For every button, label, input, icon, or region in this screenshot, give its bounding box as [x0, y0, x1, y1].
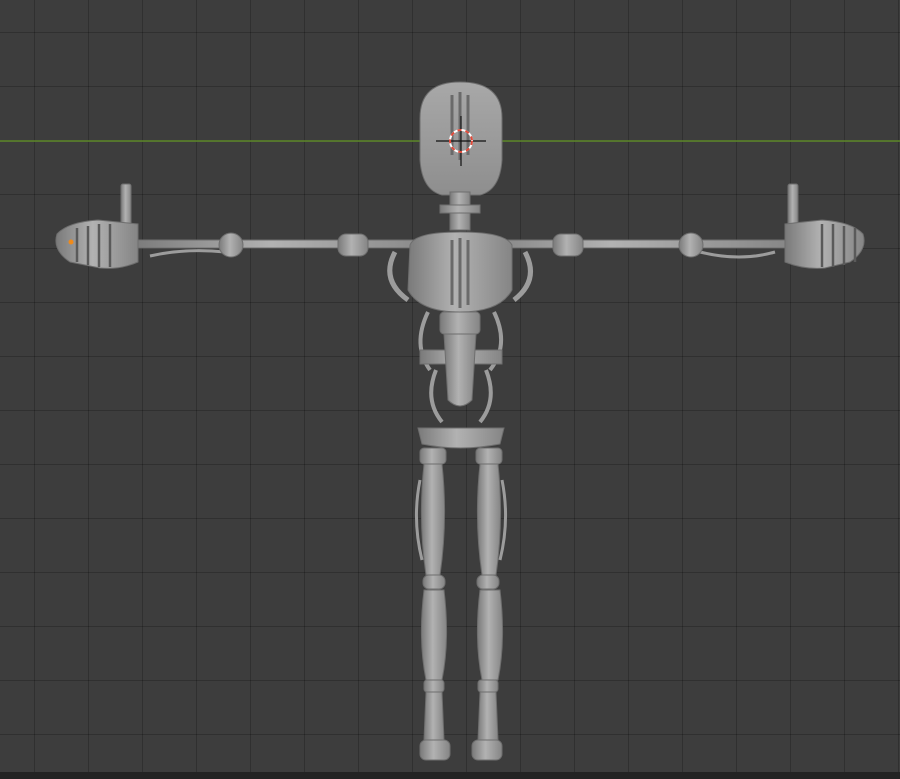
robot-pelvis [417, 427, 505, 449]
left-leg [414, 447, 451, 761]
torso-right-strut [512, 250, 533, 302]
abdomen [443, 333, 477, 407]
robot-chest [407, 231, 513, 313]
right-hand [784, 183, 865, 269]
3d-viewport[interactable] [0, 0, 900, 779]
right-shoulder-joint [552, 233, 584, 257]
right-leg [471, 447, 508, 761]
neck-collar [439, 204, 481, 214]
right-elbow-joint [678, 232, 704, 258]
left-shoulder-joint [337, 233, 369, 257]
spine-upper [439, 311, 481, 335]
hip-left-strut [429, 369, 444, 424]
object-origin-dot[interactable] [68, 239, 74, 245]
viewport-bottom-edge [0, 772, 900, 779]
right-forearm-cable [699, 250, 776, 259]
left-forearm-cable [149, 249, 226, 258]
left-arm-bar [131, 239, 443, 249]
robot-model[interactable] [55, 81, 865, 761]
hip-right-strut [478, 369, 493, 424]
left-elbow-joint [218, 232, 244, 258]
viewport-canvas[interactable] [0, 0, 900, 779]
torso-left-strut [387, 250, 410, 303]
left-hand [55, 183, 139, 269]
